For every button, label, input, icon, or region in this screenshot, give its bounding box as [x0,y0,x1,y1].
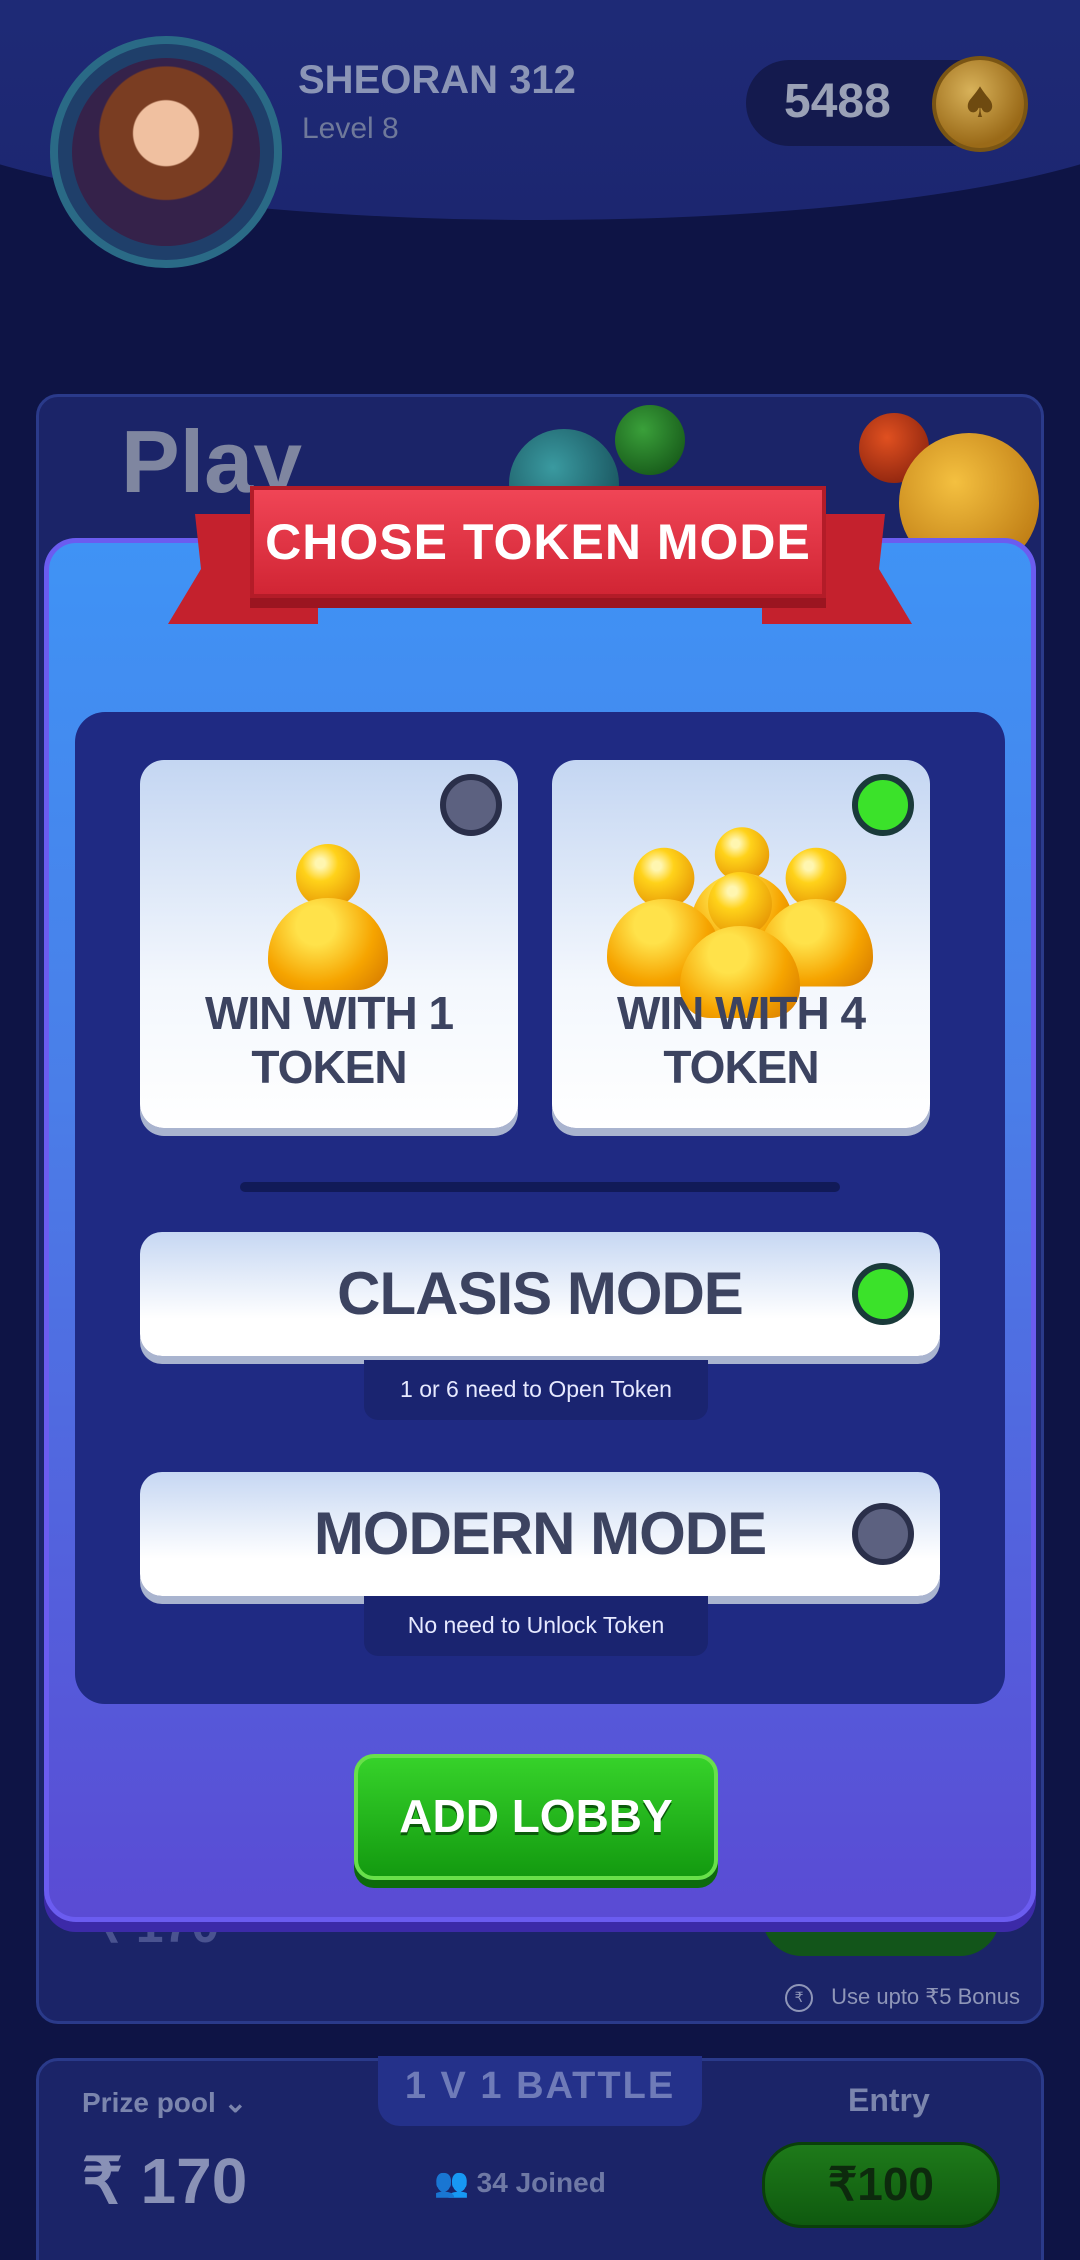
modern-mode-hint: No need to Unlock Token [364,1596,708,1656]
entry-label: Entry [848,2082,930,2118]
player-level: Level 8 [302,112,399,145]
token-option-label: WIN WITH 1 TOKEN [204,987,454,1093]
avatar[interactable] [50,36,282,268]
coin-balance[interactable]: 5488 ♠ [746,56,1028,152]
single-pawn-icon [268,844,388,994]
ball-icon [615,405,685,475]
player-name: SHEORAN 312 [298,58,576,102]
radio-modern-mode[interactable] [852,1503,914,1565]
token-option-label: WIN WITH 4 TOKEN [616,987,866,1093]
joined-count: 👥 34 Joined [434,2166,606,2199]
modern-mode-option[interactable]: MODERN MODE [140,1472,940,1596]
entry-button[interactable]: ₹100 [762,2142,1000,2228]
prize-pool-text: Prize pool [82,2087,216,2118]
prize-pool-value: ₹ 170 [82,2145,248,2217]
rupee-icon: ₹ [785,1984,814,2013]
add-lobby-button[interactable]: ADD LOBBY [354,1754,718,1880]
classic-mode-label: CLASIS MODE [337,1260,744,1327]
classic-mode-option[interactable]: CLASIS MODE [140,1232,940,1356]
token-option-1[interactable]: WIN WITH 1 TOKEN [140,760,518,1128]
modern-mode-label: MODERN MODE [313,1500,767,1567]
users-icon: 👥 [434,2167,469,2198]
classic-mode-hint: 1 or 6 need to Open Token [364,1360,708,1420]
bonus-text: Use upto ₹5 Bonus [831,1984,1020,2009]
modal-title: CHOSE TOKEN MODE [250,486,826,598]
radio-classic-mode[interactable] [852,1263,914,1325]
divider [240,1182,840,1192]
radio-4-token[interactable] [852,774,914,836]
avatar-image [72,58,260,246]
token-option-4[interactable]: WIN WITH 4 TOKEN [552,760,930,1128]
coin-value: 5488 [784,75,891,128]
radio-1-token[interactable] [440,774,502,836]
coin-icon: ♠ [932,56,1028,152]
joined-text: 34 Joined [476,2167,606,2198]
chevron-down-icon: ⌄ [223,2087,248,2118]
bonus-note: ₹ Use upto ₹5 Bonus [785,1984,1020,2013]
game-screen: SHEORAN 312 Level 8 5488 ♠ Play ₹ 170 ₹ U… [0,0,1080,2260]
battle-title: 1 V 1 BATTLE [378,2056,702,2126]
prize-pool-label[interactable]: Prize pool ⌄ [82,2086,247,2119]
